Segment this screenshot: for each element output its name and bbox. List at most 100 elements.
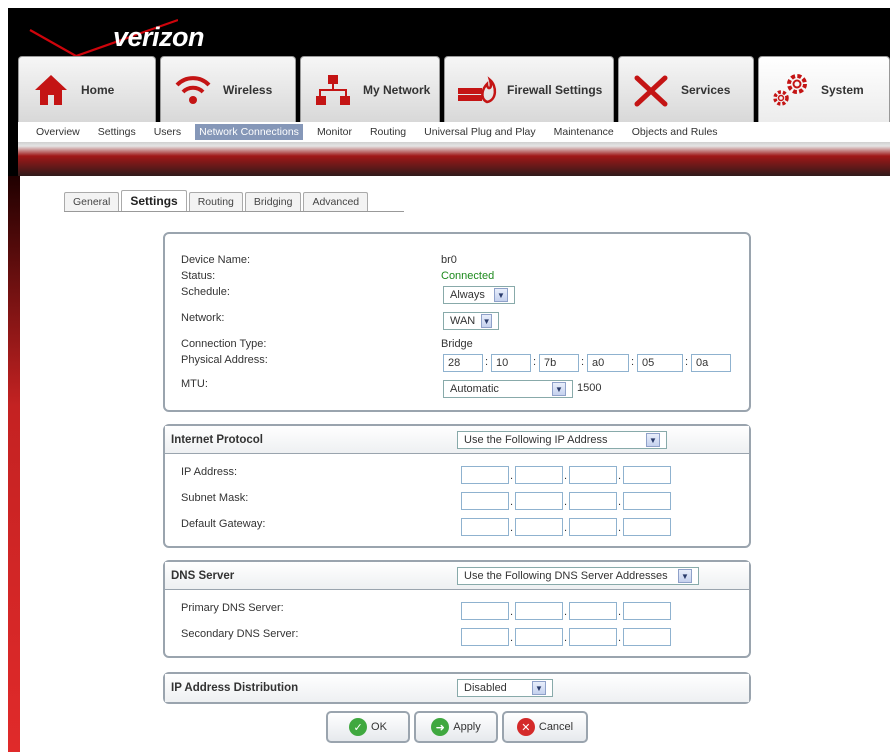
tab-my-network-label: My Network (363, 82, 431, 97)
arrow-right-icon: ➜ (431, 718, 450, 736)
secondary-dns-octet-1[interactable] (461, 628, 509, 646)
chevron-down-icon: ▼ (678, 569, 692, 583)
main-tabs: Home Wireless My Network Firewall Settin… (18, 56, 890, 122)
dns-server-title: DNS Server (171, 569, 235, 582)
cancel-button-label: Cancel (538, 721, 574, 733)
ip-address-octet-4[interactable] (623, 466, 671, 484)
ip-dot: . (564, 470, 568, 482)
chevron-down-icon: ▼ (532, 681, 546, 695)
mac-octet-3[interactable]: 7b (539, 354, 579, 372)
primary-dns-label: Primary DNS Server: (181, 602, 284, 614)
subtab-advanced[interactable]: Advanced (303, 192, 369, 211)
subnav-network-connections[interactable]: Network Connections (195, 124, 303, 140)
schedule-select-value: Always (450, 289, 485, 301)
settings-subtabs: General Settings Routing Bridging Advanc… (64, 190, 404, 212)
network-label: Network: (181, 312, 225, 324)
primary-dns-octet-3[interactable] (569, 602, 617, 620)
subnav-overview[interactable]: Overview (32, 124, 84, 140)
ip-mode-select[interactable]: Use the Following IP Address ▼ (457, 431, 667, 449)
subnav-monitor[interactable]: Monitor (313, 124, 356, 140)
mac-separator: : (685, 356, 689, 368)
header-divider-band (18, 142, 890, 176)
ip-distribution-header: IP Address Distribution Disabled ▼ (165, 674, 749, 702)
subnet-mask-octet-4[interactable] (623, 492, 671, 510)
home-icon (29, 68, 73, 112)
mac-octet-4[interactable]: a0 (587, 354, 629, 372)
schedule-label: Schedule: (181, 286, 230, 298)
subnav-users[interactable]: Users (150, 124, 185, 140)
subnav-routing[interactable]: Routing (366, 124, 410, 140)
tab-my-network[interactable]: My Network (300, 56, 440, 122)
subnav-maintenance[interactable]: Maintenance (550, 124, 618, 140)
ok-button[interactable]: ✓ OK (326, 711, 410, 743)
mac-octet-5[interactable]: 05 (637, 354, 683, 372)
ip-address-label: IP Address: (181, 466, 238, 478)
wireless-icon (171, 68, 215, 112)
mac-separator: : (485, 356, 489, 368)
tab-system[interactable]: System (758, 56, 890, 122)
mac-separator: : (533, 356, 537, 368)
ip-dot: . (618, 470, 622, 482)
tab-services-label: Services (681, 82, 731, 97)
ip-address-octet-3[interactable] (569, 466, 617, 484)
ip-distribution-select[interactable]: Disabled ▼ (457, 679, 553, 697)
tab-services[interactable]: Services (618, 56, 754, 122)
device-name-label: Device Name: (181, 254, 251, 266)
status-value: Connected (441, 270, 495, 282)
mac-separator: : (631, 356, 635, 368)
subtab-settings[interactable]: Settings (121, 190, 187, 211)
network-select-value: WAN (450, 315, 476, 327)
gateway-octet-3[interactable] (569, 518, 617, 536)
tab-firewall-settings[interactable]: Firewall Settings (444, 56, 614, 122)
subnet-mask-octet-2[interactable] (515, 492, 563, 510)
mac-octet-1[interactable]: 28 (443, 354, 483, 372)
header: verizon Home Wireless My Network Firewal… (8, 8, 890, 176)
subnav-settings[interactable]: Settings (94, 124, 140, 140)
subtab-general[interactable]: General (64, 192, 120, 211)
tab-home-label: Home (81, 82, 115, 97)
chevron-down-icon: ▼ (494, 288, 508, 302)
secondary-dns-octet-2[interactable] (515, 628, 563, 646)
subnet-mask-octet-3[interactable] (569, 492, 617, 510)
primary-dns-octet-2[interactable] (515, 602, 563, 620)
ip-address-octet-1[interactable] (461, 466, 509, 484)
secondary-dns-octet-3[interactable] (569, 628, 617, 646)
network-select[interactable]: WAN ▼ (443, 312, 499, 330)
mtu-value: 1500 (577, 382, 602, 394)
left-decorative-stripe (8, 176, 20, 752)
dns-mode-select[interactable]: Use the Following DNS Server Addresses ▼ (457, 567, 699, 585)
default-gateway-label: Default Gateway: (181, 518, 266, 530)
gateway-octet-4[interactable] (623, 518, 671, 536)
subtab-bridging[interactable]: Bridging (244, 192, 302, 211)
tab-wireless[interactable]: Wireless (160, 56, 296, 122)
gateway-octet-2[interactable] (515, 518, 563, 536)
mtu-select-value: Automatic (450, 383, 499, 395)
apply-button[interactable]: ➜ Apply (414, 711, 498, 743)
subnet-mask-octet-1[interactable] (461, 492, 509, 510)
internet-protocol-title: Internet Protocol (171, 433, 264, 446)
dns-server-panel: DNS Server Use the Following DNS Server … (163, 560, 751, 658)
ip-dot: . (564, 632, 568, 644)
mac-octet-6[interactable]: 0a (691, 354, 731, 372)
ip-dot: . (564, 606, 568, 618)
content-area: General Settings Routing Bridging Advanc… (20, 176, 890, 752)
subnav-upnp[interactable]: Universal Plug and Play (420, 124, 539, 140)
tab-home[interactable]: Home (18, 56, 156, 122)
connection-type-value: Bridge (441, 338, 473, 350)
chevron-down-icon: ▼ (481, 314, 492, 328)
schedule-select[interactable]: Always ▼ (443, 286, 515, 304)
subtab-routing[interactable]: Routing (188, 192, 243, 211)
cancel-button[interactable]: ✕ Cancel (502, 711, 588, 743)
physical-address-label: Physical Address: (181, 354, 268, 366)
subnet-mask-label: Subnet Mask: (181, 492, 249, 504)
subnav-objects-and-rules[interactable]: Objects and Rules (628, 124, 722, 140)
gears-icon (769, 68, 813, 112)
primary-dns-octet-4[interactable] (623, 602, 671, 620)
mac-octet-2[interactable]: 10 (491, 354, 531, 372)
gateway-octet-1[interactable] (461, 518, 509, 536)
primary-dns-octet-1[interactable] (461, 602, 509, 620)
mtu-select[interactable]: Automatic ▼ (443, 380, 573, 398)
status-label: Status: (181, 270, 216, 282)
secondary-dns-octet-4[interactable] (623, 628, 671, 646)
ip-address-octet-2[interactable] (515, 466, 563, 484)
